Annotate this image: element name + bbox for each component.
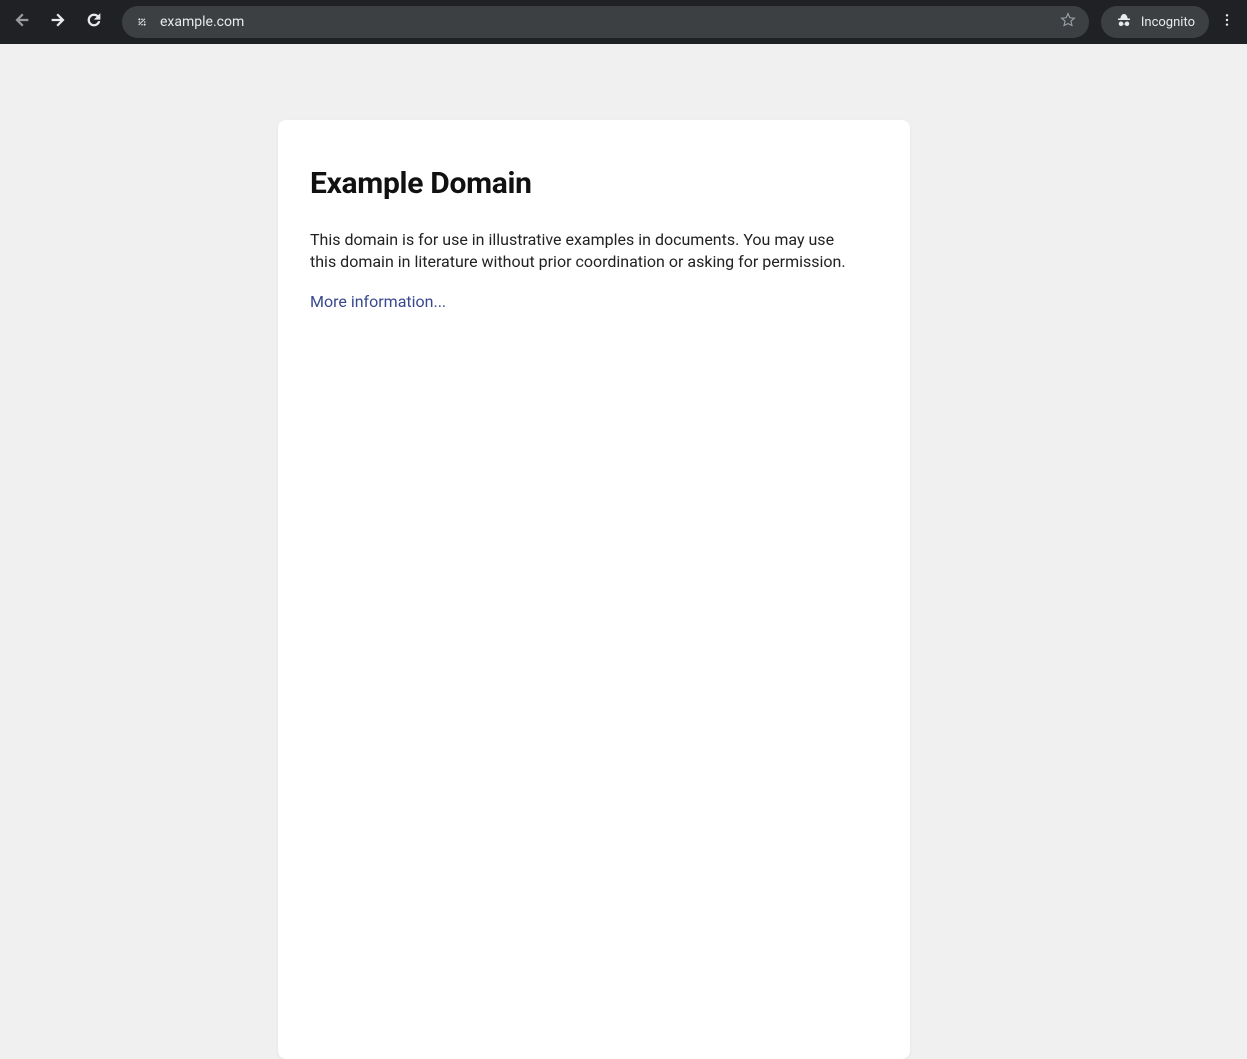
page-title: Example Domain [310,166,878,201]
browser-menu-button[interactable] [1213,6,1241,38]
back-button[interactable] [6,6,38,38]
site-settings-icon[interactable] [134,14,150,30]
star-icon [1059,11,1077,33]
page-paragraph: This domain is for use in illustrative e… [310,229,850,274]
browser-toolbar: example.com Incognito [0,0,1247,44]
incognito-label: Incognito [1141,15,1195,30]
reload-button[interactable] [78,6,110,38]
arrow-left-icon [13,11,31,33]
content-card: Example Domain This domain is for use in… [278,120,910,1059]
address-bar[interactable]: example.com [122,6,1089,38]
bookmark-button[interactable] [1059,11,1077,33]
more-vertical-icon [1219,12,1235,32]
page-viewport: Example Domain This domain is for use in… [0,44,1247,1059]
forward-button[interactable] [42,6,74,38]
incognito-badge[interactable]: Incognito [1101,6,1209,38]
more-information-link[interactable]: More information... [310,292,446,311]
reload-icon [85,11,103,33]
url-input[interactable]: example.com [160,6,1049,38]
arrow-right-icon [49,11,67,33]
incognito-icon [1115,11,1133,33]
